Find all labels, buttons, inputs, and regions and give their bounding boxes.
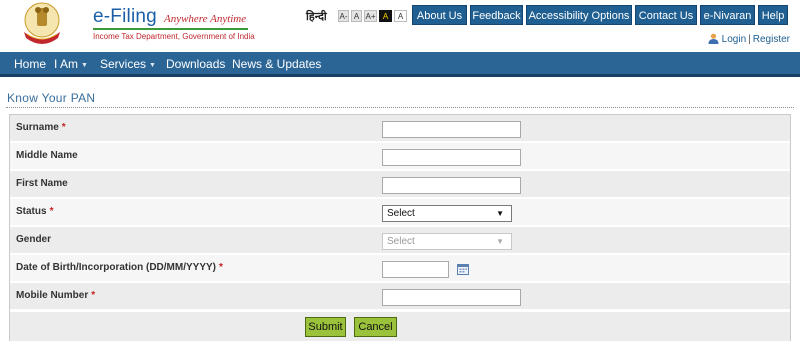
normal-contrast-toggle[interactable]: A	[394, 10, 407, 22]
brand-divider	[93, 28, 248, 30]
status-label-text: Status	[16, 206, 47, 217]
nav-item-label: Home	[14, 57, 47, 71]
status-select-value: Select	[387, 208, 415, 219]
surname-label-text: Surname	[16, 122, 59, 133]
title-divider	[6, 107, 794, 108]
first-name-label: First Name	[16, 178, 68, 189]
login-separator: |	[748, 34, 751, 45]
brand: e-Filing Anywhere Anytime	[93, 6, 246, 28]
surname-input[interactable]	[382, 121, 521, 138]
high-contrast-toggle[interactable]: A	[379, 10, 392, 22]
gender-label: Gender	[16, 234, 52, 245]
nav-item-label: Services	[100, 57, 147, 71]
brand-title: e-Filing	[93, 6, 157, 27]
form-row-mobile: Mobile Number *	[10, 283, 790, 310]
nav-item-news-updates[interactable]: News & Updates	[232, 57, 321, 71]
surname-label: Surname *	[16, 122, 66, 133]
dob-input[interactable]	[382, 261, 449, 278]
mobile-label-text: Mobile Number	[16, 290, 89, 301]
form-row-surname: Surname *	[10, 115, 790, 142]
font-size-increase[interactable]: A+	[364, 10, 377, 22]
dob-label-text: Date of Birth/Incorporation (DD/MM/YYYY)	[16, 262, 216, 273]
required-marker: *	[49, 206, 54, 217]
brand-tagline: Anywhere Anytime	[163, 13, 247, 25]
hindi-language-link[interactable]: हिन्दी	[306, 9, 327, 24]
about-us-button[interactable]: About Us	[412, 5, 467, 25]
gender-select[interactable]: Select ▼	[382, 233, 512, 250]
required-marker: *	[91, 290, 96, 301]
emblem-logo[interactable]	[18, 0, 66, 50]
required-marker: *	[219, 262, 223, 273]
page-title: Know Your PAN	[7, 91, 96, 105]
middle-name-input[interactable]	[382, 149, 521, 166]
font-size-normal[interactable]: A	[351, 10, 362, 22]
nav-item-label: News & Updates	[232, 57, 322, 71]
form-row-gender: Gender Select ▼	[10, 227, 790, 254]
chevron-down-icon: ▼	[149, 62, 156, 69]
mobile-input[interactable]	[382, 289, 521, 306]
form-row-first-name: First Name	[10, 171, 790, 198]
nav-item-services[interactable]: Services ▼	[100, 57, 156, 71]
nav-item-i-am[interactable]: I Am ▼	[54, 57, 88, 71]
middle-name-label: Middle Name	[16, 150, 78, 161]
status-label: Status *	[16, 206, 53, 217]
brand-subtitle: Income Tax Department, Government of Ind…	[93, 32, 255, 41]
nav-item-label: Downloads	[166, 57, 226, 71]
feedback-button[interactable]: Feedback	[470, 5, 523, 25]
form-row-status: Status * Select ▼	[10, 199, 790, 226]
know-your-pan-form: Surname * Middle Name First Name Status * …	[9, 114, 791, 341]
calendar-icon[interactable]	[457, 263, 469, 275]
dob-label: Date of Birth/Incorporation (DD/MM/YYYY)…	[16, 262, 223, 273]
required-marker: *	[61, 122, 66, 133]
main-nav: Home I Am ▼ Services ▼ Downloads News & Up…	[0, 52, 800, 77]
register-link[interactable]: Register	[753, 34, 790, 45]
form-actions: Submit Cancel	[10, 312, 790, 341]
submit-button[interactable]: Submit	[305, 317, 346, 337]
chevron-down-icon: ▼	[496, 209, 504, 218]
form-row-dob: Date of Birth/Incorporation (DD/MM/YYYY)…	[10, 255, 790, 282]
contact-us-button[interactable]: Contact Us	[635, 5, 697, 25]
mobile-label: Mobile Number *	[16, 290, 95, 301]
cancel-button[interactable]: Cancel	[354, 317, 397, 337]
nav-item-home[interactable]: Home	[14, 57, 46, 71]
chevron-down-icon: ▼	[496, 237, 504, 246]
form-row-middle-name: Middle Name	[10, 143, 790, 170]
nav-item-label: I Am	[54, 57, 79, 71]
accessibility-options-button[interactable]: Accessibility Options	[526, 5, 632, 25]
first-name-input[interactable]	[382, 177, 521, 194]
font-size-decrease[interactable]: A-	[338, 10, 349, 22]
nav-item-downloads[interactable]: Downloads	[166, 57, 225, 71]
e-nivaran-button[interactable]: e-Nivaran	[700, 5, 755, 25]
login-link[interactable]: Login	[722, 34, 746, 45]
site-header: e-Filing Anywhere Anytime Income Tax Dep…	[0, 0, 800, 52]
status-select[interactable]: Select ▼	[382, 205, 512, 222]
user-icon	[708, 33, 719, 44]
help-button[interactable]: Help	[758, 5, 788, 25]
gender-select-value: Select	[387, 236, 415, 247]
chevron-down-icon: ▼	[81, 62, 88, 69]
login-register: Login | Register	[708, 33, 790, 45]
